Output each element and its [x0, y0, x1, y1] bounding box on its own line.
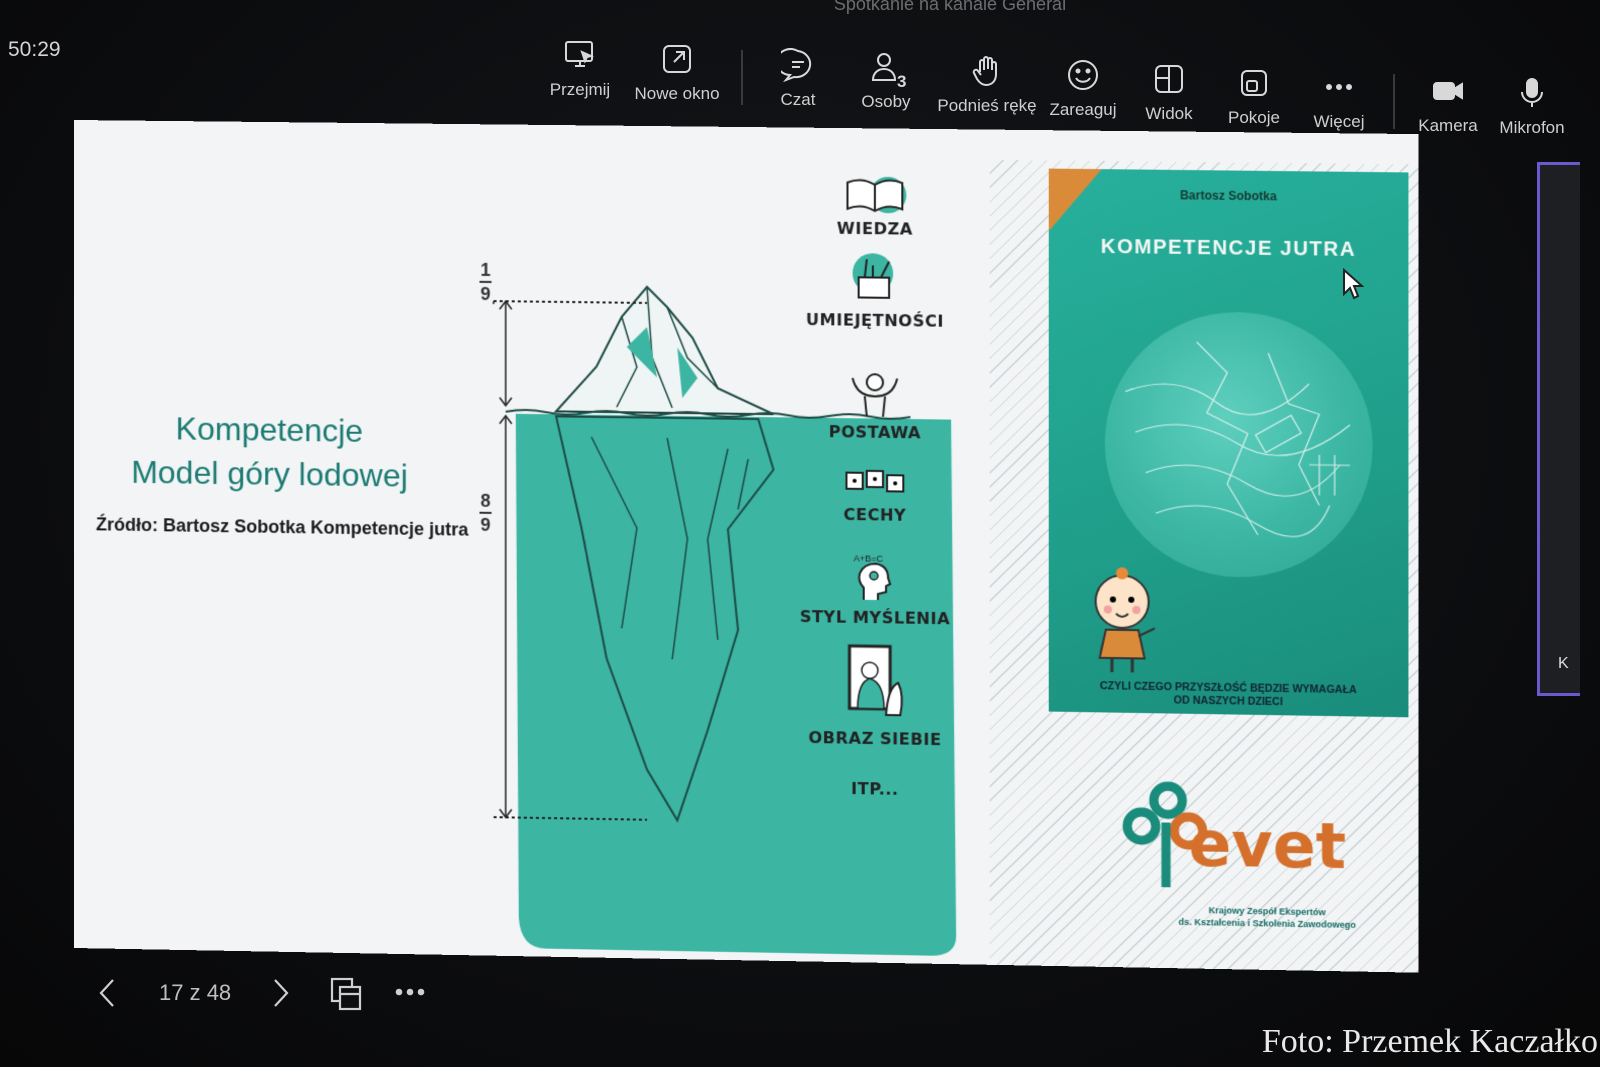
more-label: Więcej [1313, 112, 1365, 131]
more-dots-icon [395, 988, 425, 996]
competence-labels: WIEDZA UMIEJĘTNOŚCI POSTAWA CECHY A+B=C … [784, 168, 967, 799]
chevron-right-icon [274, 979, 289, 1007]
evet-logo-word: evet [1188, 806, 1347, 884]
microphone-icon [1521, 78, 1543, 107]
label-postawa: POSTAWA [828, 422, 922, 443]
toolbar-separator [1393, 74, 1395, 129]
take-control-label: Przejmij [549, 80, 611, 99]
label-itp: ITP... [851, 778, 899, 799]
rooms-label: Pokoje [1228, 108, 1280, 127]
book-icon [784, 172, 967, 218]
camera-label: Kamera [1418, 116, 1478, 135]
grid-view-icon [1155, 65, 1183, 93]
fraction-top: 1 9 [479, 259, 492, 305]
book-subtitle: CZYLI CZEGO PRZYSZŁOŚĆ BĘDZIE WYMAGAŁA O… [1049, 679, 1409, 711]
book-title: KOMPETENCJE JUTRA [1100, 235, 1357, 261]
fraction-top-numerator: 1 [480, 259, 491, 280]
slide-source: Źródło: Bartosz Sobotka Kompetencje jutr… [95, 514, 469, 540]
book-cover: Bartosz Sobotka KOMPETENCJE JUTRA CZYLI … [1048, 168, 1409, 718]
smiley-icon [1068, 60, 1098, 90]
hand-icon [972, 56, 997, 87]
camera-icon [1433, 82, 1463, 100]
people-label: Osoby [861, 92, 911, 111]
photo-credit: Foto: Przemek Kaczałko [1261, 1023, 1598, 1060]
new-window-label: Nowe okno [634, 84, 720, 103]
child-illustration [1087, 567, 1160, 677]
dice-icon [784, 466, 967, 503]
strong-person-icon [784, 367, 967, 420]
evet-caption-line2: ds. Kształcenia i Szkolenia Zawodowego [1178, 916, 1356, 931]
pop-out-icon [663, 45, 691, 73]
slides-grid-icon [330, 977, 362, 1011]
new-window-button[interactable]: Nowe okno [632, 42, 722, 104]
fraction-top-denominator: 9 [480, 283, 491, 305]
take-control-button[interactable]: Przejmij [535, 38, 625, 100]
label-obraz-siebie: OBRAZ SIEBIE [808, 727, 942, 750]
mouse-cursor-icon [1343, 268, 1364, 300]
react-button[interactable]: Zareaguj [1038, 58, 1128, 120]
next-slide-button[interactable] [267, 976, 295, 1015]
label-wiedza: WIEDZA [836, 218, 913, 239]
fraction-bottom-denominator: 9 [480, 514, 491, 535]
microphone-label: Mikrofon [1499, 118, 1565, 137]
take-control-icon [565, 41, 595, 67]
previous-slide-button[interactable] [95, 976, 123, 1015]
toolbar-separator [741, 50, 743, 105]
slide-page-count: 17 z 48 [159, 980, 232, 1005]
participant-initial: K [1558, 655, 1569, 672]
people-count-badge: 3 [897, 72, 907, 91]
label-styl-myslenia: STYL MYŚLENIA [799, 606, 951, 629]
evet-logo-caption: Krajowy Zespół Ekspertów ds. Kształcenia… [1165, 903, 1370, 931]
meeting-timer: 50:29 [8, 38, 61, 61]
slide-title: Kompetencje Model góry lodowej [114, 406, 425, 498]
globe-illustration [1104, 310, 1373, 580]
more-dots-icon [1326, 84, 1352, 90]
fraction-bottom-numerator: 8 [480, 490, 491, 511]
evet-logo: evet Krajowy Zespół Ekspertów ds. Kształ… [1119, 777, 1364, 943]
react-label: Zareaguj [1049, 100, 1117, 119]
chat-label: Czat [780, 90, 816, 109]
camera-button[interactable]: Kamera [1403, 74, 1493, 136]
chevron-left-icon [99, 979, 114, 1007]
slide-more-options-button[interactable] [393, 980, 427, 1009]
toolbox-icon [784, 250, 967, 305]
shared-slide: Kompetencje Model góry lodowej Źródło: B… [74, 120, 1419, 973]
view-button[interactable]: Widok [1124, 62, 1214, 124]
slide-title-line2: Model góry lodowej [131, 453, 408, 494]
fraction-bottom: 8 9 [479, 490, 492, 535]
raise-hand-button[interactable]: Podnieś rękę [937, 54, 1037, 116]
view-label: Widok [1145, 104, 1193, 123]
microphone-button[interactable]: Mikrofon [1487, 76, 1577, 138]
mirror-icon [784, 641, 967, 720]
svg-text:A+B=C: A+B=C [854, 553, 884, 564]
label-cechy: CECHY [843, 504, 907, 525]
participant-video-tile[interactable]: K [1537, 162, 1580, 696]
rooms-icon [1241, 70, 1267, 96]
slide-overview-button[interactable] [329, 976, 363, 1017]
slide-title-line1: Kompetencje [175, 410, 364, 449]
chat-icon [781, 48, 812, 82]
chat-button[interactable]: Czat [753, 48, 843, 110]
label-umiejetnosci: UMIEJĘTNOŚCI [806, 309, 944, 331]
book-author: Bartosz Sobotka [1179, 188, 1277, 204]
thinking-head-icon: A+B=C [784, 550, 967, 605]
meeting-title: Spotkanie na kanale General [833, 0, 1067, 14]
more-button[interactable]: Więcej [1294, 70, 1384, 132]
raise-hand-label: Podnieś rękę [937, 96, 1037, 115]
people-button[interactable]: 3 Osoby [841, 50, 931, 112]
rooms-button[interactable]: Pokoje [1209, 66, 1299, 128]
